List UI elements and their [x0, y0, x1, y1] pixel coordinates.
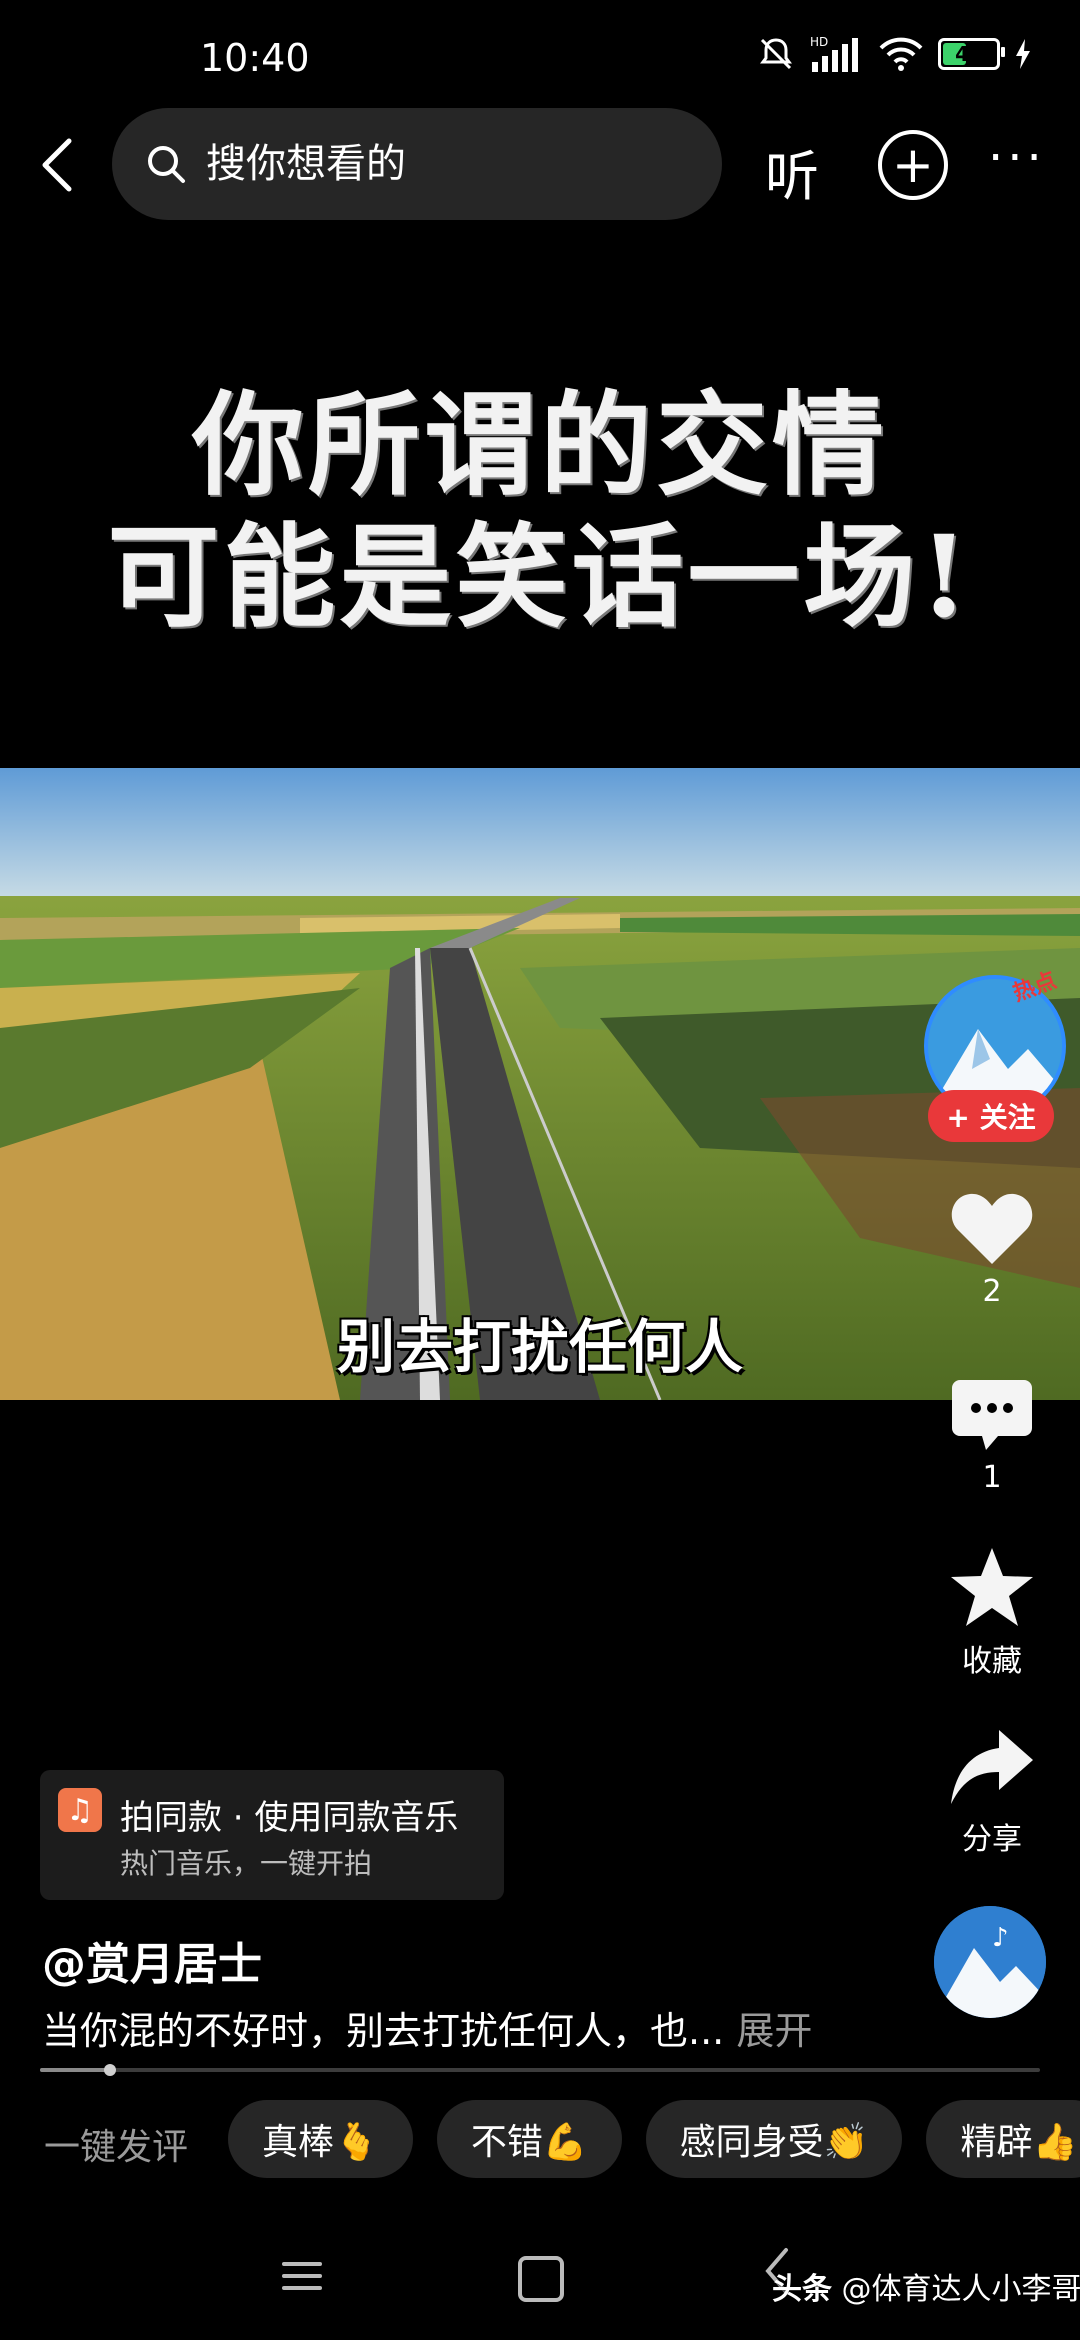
share-label: 分享 — [962, 1822, 1022, 1857]
nav-menu-button[interactable] — [282, 2254, 322, 2298]
quick-comment-chip[interactable]: 精辟👍 — [926, 2100, 1080, 2178]
favorite-button[interactable]: 收藏 — [920, 1546, 1064, 1680]
share-arrow-icon — [951, 1730, 1033, 1804]
search-box[interactable] — [112, 108, 722, 220]
progress-knob[interactable] — [104, 2064, 116, 2076]
add-label: + — [892, 136, 934, 194]
music-disc[interactable]: ♪ — [934, 1906, 1046, 2018]
svg-text:♪: ♪ — [992, 1923, 1009, 1953]
watermark-handle: @体育达人小李哥 — [841, 2272, 1080, 2307]
share-button[interactable]: 分享 — [920, 1728, 1064, 1858]
caption-line-1: 你所谓的交情 — [192, 380, 888, 511]
post-description: 当你混的不好时，别去打扰任何人，也... 展开 — [42, 2000, 812, 2055]
quick-comment-label: 一键发评 — [44, 2127, 189, 2168]
caption-line-2: 可能是笑话一场! — [107, 512, 973, 643]
like-button[interactable]: 2 — [920, 1190, 1064, 1309]
top-bar: 听 + ··· — [0, 108, 1080, 222]
watermark-brand: 头条 — [772, 2272, 832, 2307]
charging-icon — [1016, 39, 1030, 69]
progress-fill — [40, 2068, 110, 2072]
video-progress-bar[interactable] — [40, 2064, 1040, 2076]
nav-home-button[interactable] — [518, 2256, 564, 2302]
watermark: 头条 @体育达人小李哥 — [772, 2264, 1080, 2308]
use-music-chip[interactable]: ♫ 拍同款 · 使用同款音乐 热门音乐，一键开拍 — [40, 1770, 504, 1900]
search-input[interactable] — [204, 140, 648, 188]
status-bar: 10:40 HD 45 — [0, 0, 1080, 110]
heart-icon — [951, 1193, 1033, 1264]
mute-bell-icon — [760, 38, 792, 70]
battery-icon: 45 — [938, 38, 1005, 70]
listen-button[interactable]: 听 — [765, 132, 819, 211]
svg-text:HD: HD — [810, 35, 828, 49]
description-text: 当你混的不好时，别去打扰任何人，也... — [42, 2009, 725, 2053]
back-arrow-icon — [42, 138, 72, 192]
quick-comment-chip[interactable]: 不错💪 — [436, 2100, 622, 2178]
comment-icon — [952, 1380, 1032, 1450]
status-icons: HD 45 — [756, 34, 1032, 74]
star-icon — [951, 1548, 1033, 1626]
back-button[interactable] — [22, 130, 92, 200]
quick-comment-bar: 一键发评 真棒🫰 不错💪 感同身受👏 精辟👍 — [0, 2100, 1080, 2180]
search-icon — [148, 146, 185, 183]
video-caption: 你所谓的交情 可能是笑话一场! — [0, 380, 1080, 644]
music-note-icon: ♫ — [58, 1788, 102, 1832]
comment-count: 1 — [982, 1460, 1002, 1495]
music-title: 拍同款 · 使用同款音乐 — [120, 1798, 459, 1838]
expand-link[interactable]: 展开 — [736, 2009, 812, 2053]
author-name[interactable]: @赏月居士 — [42, 1928, 262, 1992]
music-subtitle: 热门音乐，一键开拍 — [120, 1847, 373, 1880]
comment-button[interactable]: 1 — [920, 1376, 1064, 1495]
like-count: 2 — [982, 1274, 1002, 1309]
quick-comment-chips: 真棒🫰 不错💪 感同身受👏 精辟👍 — [228, 2100, 1080, 2178]
quick-comment-chip[interactable]: 真棒🫰 — [228, 2100, 413, 2178]
signal-icon: HD — [810, 35, 858, 72]
quick-comment-chip[interactable]: 感同身受👏 — [645, 2100, 903, 2178]
wifi-icon — [879, 37, 923, 71]
battery-level: 45 — [955, 42, 983, 66]
follow-button[interactable]: + 关注 — [928, 1090, 1054, 1142]
video-subtitle: 别去打扰任何人 — [336, 1313, 743, 1381]
favorite-label: 收藏 — [962, 1644, 1022, 1679]
more-button[interactable]: ··· — [988, 130, 1046, 186]
status-time: 10:40 — [200, 36, 310, 80]
music-disc-icon: ♪ — [934, 1906, 1046, 2018]
add-button[interactable]: + — [878, 130, 948, 200]
